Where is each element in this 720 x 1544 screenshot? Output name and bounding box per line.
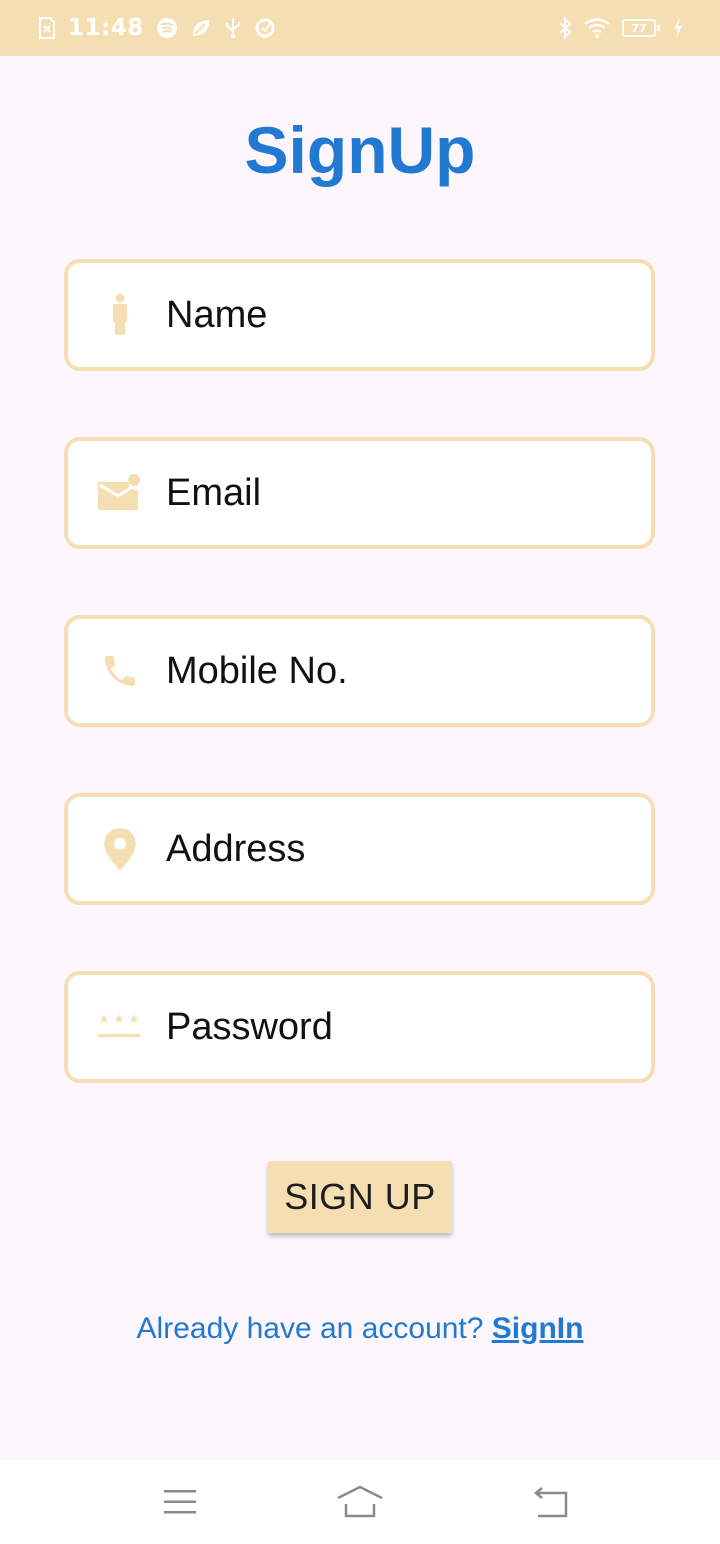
person-icon [96,291,144,339]
wifi-icon [584,18,610,38]
location-pin-icon [96,825,144,873]
signup-button[interactable]: SIGN UP [268,1161,452,1233]
email-icon [96,469,144,517]
signin-prompt-text: Already have an account? [136,1312,492,1345]
name-input[interactable] [164,263,627,367]
home-icon[interactable] [336,1478,384,1526]
signin-prompt: Already have an account? SignIn [0,1312,720,1346]
status-bar-left: 11:48 [38,15,276,41]
signin-link[interactable]: SignIn [492,1312,584,1345]
status-bar: 11:48 77 [0,0,720,56]
back-icon[interactable] [526,1478,574,1526]
bluetooth-icon [558,17,572,39]
page-title: SignUp [244,113,476,187]
address-field[interactable] [64,793,655,905]
sync-icon [254,17,276,39]
password-input[interactable] [164,975,627,1079]
status-time: 11:48 [68,15,144,41]
email-field[interactable] [64,437,655,549]
spotify-icon [156,17,178,39]
battery-level: 77 [622,19,656,37]
mobile-input[interactable] [164,619,627,723]
battery-icon: 77 [622,19,660,37]
mobile-field[interactable] [64,615,655,727]
menu-icon[interactable] [156,1478,204,1526]
usb-icon [224,17,242,39]
address-input[interactable] [164,797,627,901]
email-input[interactable] [164,441,627,545]
charging-icon [672,17,684,39]
phone-icon [96,647,144,695]
password-icon [96,1003,144,1051]
sim-x-icon [38,17,56,39]
password-field[interactable] [64,971,655,1083]
name-field[interactable] [64,259,655,371]
navigation-bar [0,1460,720,1544]
status-bar-right: 77 [558,17,684,39]
leaf-icon [190,17,212,39]
